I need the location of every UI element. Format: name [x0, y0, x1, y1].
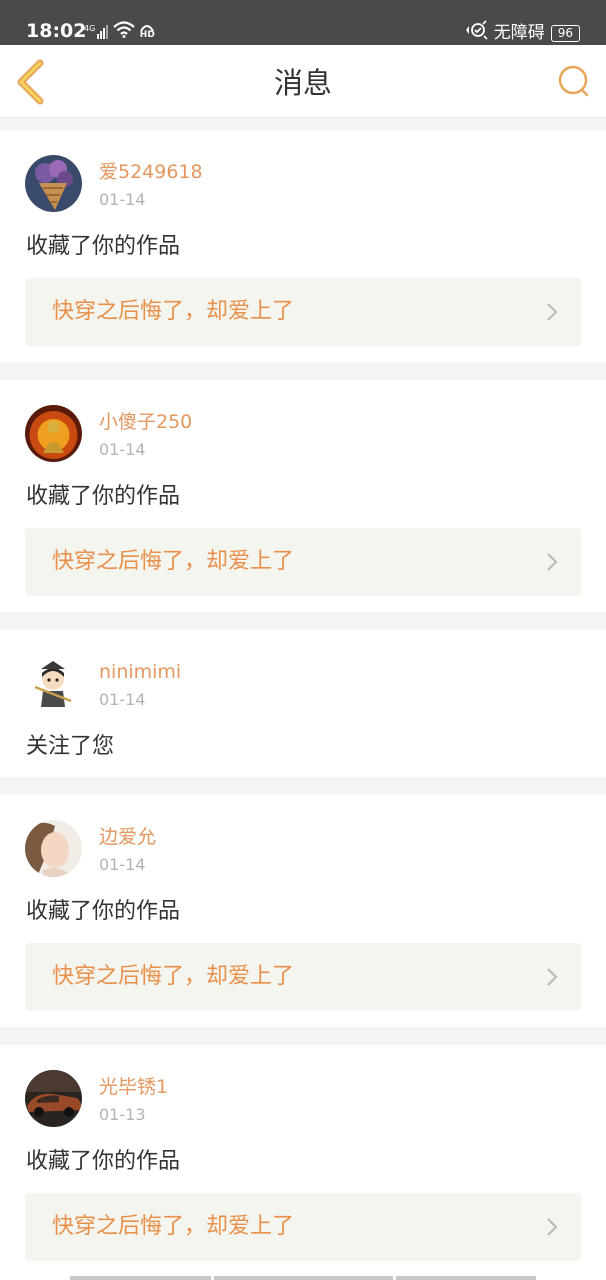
navigation-handle-right — [396, 1276, 536, 1280]
wifi-icon — [113, 21, 136, 42]
message-date: 01-14 — [99, 190, 146, 209]
status-bar: 18:02 4G HD 无障碍 96 — [0, 0, 606, 45]
message-date: 01-14 — [99, 440, 146, 459]
action-text: 收藏了你的作品 — [26, 234, 181, 259]
chevron-right-icon — [547, 553, 558, 571]
navigation-handle-center — [214, 1276, 393, 1280]
work-link[interactable]: 快穿之后悔了，却爱上了 — [25, 1193, 581, 1261]
hd-icon: HD — [139, 24, 155, 40]
search-button[interactable] — [556, 63, 592, 99]
chevron-right-icon — [547, 1218, 558, 1236]
username[interactable]: ninimimi — [99, 660, 181, 684]
chevron-right-icon — [547, 303, 558, 321]
avatar[interactable] — [25, 820, 82, 877]
action-text: 收藏了你的作品 — [26, 899, 181, 924]
search-icon — [558, 65, 589, 97]
work-link[interactable]: 快穿之后悔了，却爱上了 — [25, 528, 581, 596]
chevron-right-icon — [547, 968, 558, 986]
message-date: 01-13 — [99, 1105, 146, 1124]
status-icons: 4G HD — [84, 21, 155, 42]
page-title: 消息 — [273, 66, 332, 100]
action-text: 关注了您 — [26, 734, 115, 759]
signal-icon: 4G — [84, 23, 109, 39]
message-card: 光毕锈1 01-13 收藏了你的作品 快穿之后悔了，却爱上了 — [0, 1045, 606, 1280]
avatar[interactable] — [25, 155, 82, 212]
work-title: 快穿之后悔了，却爱上了 — [52, 549, 295, 574]
work-title: 快穿之后悔了，却爱上了 — [52, 1214, 295, 1239]
username[interactable]: 小傻子250 — [99, 410, 192, 434]
avatar[interactable] — [25, 405, 82, 462]
avatar[interactable] — [25, 1070, 82, 1127]
username[interactable]: 边爱允 — [99, 825, 156, 849]
message-card: 边爱允 01-14 收藏了你的作品 快穿之后悔了，却爱上了 — [0, 795, 606, 1027]
work-link[interactable]: 快穿之后悔了，却爱上了 — [25, 278, 581, 346]
accessibility-icon — [464, 20, 488, 46]
status-right: 无障碍 96 — [464, 20, 580, 46]
hd-label: HD — [139, 29, 155, 40]
battery-indicator: 96 — [550, 24, 580, 42]
network-type-label: 4G — [84, 23, 96, 33]
message-date: 01-14 — [99, 855, 146, 874]
action-text: 收藏了你的作品 — [26, 1149, 181, 1174]
navbar: 消息 — [0, 45, 606, 118]
status-time: 18:02 — [26, 20, 87, 42]
avatar[interactable] — [25, 655, 82, 712]
navigation-handle-left — [70, 1276, 211, 1280]
message-card: 爱5249618 01-14 收藏了你的作品 快穿之后悔了，却爱上了 — [0, 130, 606, 362]
message-date: 01-14 — [99, 690, 146, 709]
message-card: 小傻子250 01-14 收藏了你的作品 快穿之后悔了，却爱上了 — [0, 380, 606, 612]
message-card: ninimimi 01-14 关注了您 — [0, 630, 606, 777]
work-title: 快穿之后悔了，却爱上了 — [52, 964, 295, 989]
action-text: 收藏了你的作品 — [26, 484, 181, 509]
work-title: 快穿之后悔了，却爱上了 — [52, 299, 295, 324]
work-link[interactable]: 快穿之后悔了，却爱上了 — [25, 943, 581, 1011]
accessibility-label: 无障碍 — [493, 23, 545, 43]
username[interactable]: 光毕锈1 — [99, 1075, 168, 1099]
username[interactable]: 爱5249618 — [99, 160, 203, 184]
